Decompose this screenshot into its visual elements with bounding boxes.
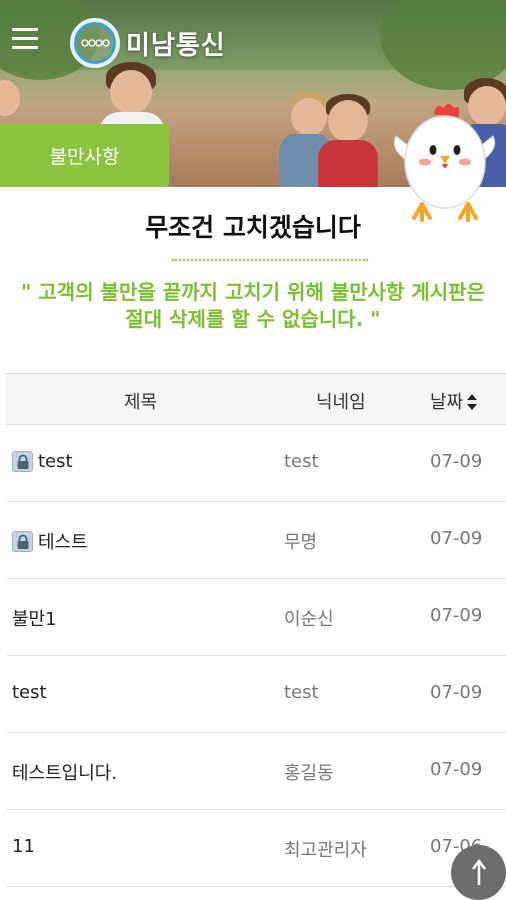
row-nickname: test [284, 451, 319, 472]
row-title[interactable]: test [12, 451, 73, 472]
column-title: 제목 [124, 392, 158, 413]
row-title[interactable]: 테스트 [12, 528, 88, 554]
row-title-text: 불만1 [12, 609, 57, 630]
row-title[interactable]: 11 [12, 836, 35, 857]
row-title-text: 테스트입니다. [12, 763, 118, 784]
arrow-up-icon [471, 858, 486, 885]
complaint-board: 제목 닉네임 날짜 test test 07-09 테스트 무명 07-09 불만1 이순신 0… [6, 373, 506, 887]
column-nickname: 닉네임 [316, 392, 366, 413]
table-body: test test 07-09 테스트 무명 07-09 불만1 이순신 07-09 test te… [6, 425, 506, 887]
row-nickname: 무명 [284, 532, 318, 553]
row-title-text: 테스트 [38, 532, 88, 553]
table-row[interactable]: 불만1 이순신 07-09 [6, 579, 506, 656]
table-header: 제목 닉네임 날짜 [6, 373, 506, 425]
column-date-label: 날짜 [430, 392, 464, 413]
row-title-text: test [12, 682, 47, 703]
scroll-top-button[interactable] [451, 845, 506, 900]
row-date: 07-09 [430, 451, 483, 472]
minam-logo-ring-icon [70, 18, 120, 68]
logo-text: 미남통신 [126, 30, 226, 61]
sort-updown-icon [467, 394, 478, 410]
row-date: 07-09 [430, 759, 483, 780]
column-date-sort[interactable]: 날짜 [430, 388, 478, 414]
lock-icon [12, 530, 33, 552]
row-title[interactable]: 테스트입니다. [12, 759, 117, 785]
row-nickname: test [284, 682, 319, 703]
tab-complaints[interactable]: 불만사항 [0, 124, 169, 187]
hamburger-menu-icon[interactable] [12, 28, 40, 50]
row-date: 07-09 [430, 528, 483, 549]
board-notice: " 고객의 불만을 끝까지 고치기 위해 불만사항 게시판은 절대 삭제를 할 … [21, 280, 485, 331]
table-row[interactable]: 테스트 무명 07-09 [6, 502, 506, 579]
chicken-mascot-icon [392, 100, 497, 225]
table-row[interactable]: 테스트입니다. 홍길동 07-09 [6, 733, 506, 810]
divider [172, 259, 368, 261]
row-title-text: test [38, 451, 73, 472]
table-row[interactable]: 11 최고관리자 07-06 [6, 810, 506, 887]
row-title-text: 11 [12, 836, 35, 857]
row-nickname: 홍길동 [284, 763, 334, 784]
row-nickname: 이순신 [284, 609, 334, 630]
row-title[interactable]: test [12, 682, 47, 703]
row-nickname: 최고관리자 [284, 840, 367, 861]
row-date: 07-09 [430, 605, 483, 626]
table-row[interactable]: test test 07-09 [6, 425, 506, 502]
lock-icon [12, 451, 33, 472]
logo[interactable]: 미남통신 [70, 18, 226, 68]
table-row[interactable]: test test 07-09 [6, 656, 506, 733]
row-title[interactable]: 불만1 [12, 605, 57, 631]
row-date: 07-09 [430, 682, 483, 703]
